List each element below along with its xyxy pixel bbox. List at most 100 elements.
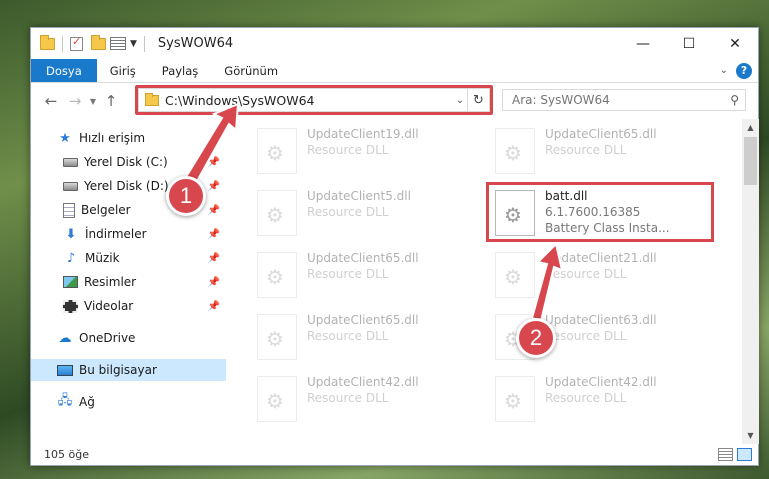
sidebar-item-videos[interactable]: Videolar 📌 — [31, 295, 226, 317]
file-description: Resource DLL — [307, 391, 389, 405]
sidebar-item-label: Videolar — [84, 299, 134, 313]
tab-share[interactable]: Paylaş — [149, 59, 212, 82]
details-view-icon[interactable] — [718, 448, 733, 461]
expand-ribbon-icon[interactable]: ⌄ — [720, 65, 728, 76]
download-icon: ⬇ — [65, 226, 77, 242]
pin-icon[interactable]: 📌 — [208, 181, 220, 192]
search-box[interactable]: ⚲ — [502, 89, 746, 111]
file-item[interactable]: UpdateClient42.dll Resource DLL — [489, 372, 719, 428]
file-item[interactable]: UpdateClient65.dll Resource DLL — [489, 124, 719, 180]
navigation-bar: ← → ▼ ↑ C:\Windows\SysWOW64 ⌄ ↻ ⚲ — [31, 84, 758, 118]
file-name: UpdateClient19.dll — [307, 127, 419, 141]
vertical-scrollbar[interactable]: ▲ ▼ — [742, 119, 759, 444]
file-item[interactable]: UpdateClient42.dll Resource DLL — [251, 372, 481, 428]
cloud-icon: ☁ — [58, 330, 72, 346]
pin-icon[interactable]: 📌 — [208, 157, 220, 168]
address-highlight-box — [135, 85, 493, 115]
sidebar-item-this-pc[interactable]: Bu bilgisayar — [31, 359, 226, 381]
recent-locations-chevron-icon[interactable]: ▼ — [87, 97, 99, 106]
sidebar-item-quick-access[interactable]: ★ Hızlı erişim — [31, 127, 226, 149]
file-item[interactable]: UpdateClient19.dll Resource DLL — [251, 124, 481, 180]
file-description: Resource DLL — [307, 329, 389, 343]
toolbar-divider — [62, 35, 63, 52]
pin-icon[interactable]: 📌 — [208, 253, 220, 264]
file-item[interactable]: UpdateClient65.dll Resource DLL — [251, 248, 481, 304]
dll-file-icon — [257, 314, 297, 360]
file-name: UpdateClient63.dll — [545, 313, 657, 327]
tiles-view-icon[interactable] — [737, 448, 752, 461]
sidebar-item-label: OneDrive — [79, 331, 136, 345]
help-icon[interactable]: ? — [736, 62, 752, 79]
file-name: UpdateClient5.dll — [307, 189, 411, 203]
forward-button[interactable]: → — [63, 89, 87, 113]
properties-icon[interactable] — [70, 35, 83, 51]
dll-file-icon — [257, 190, 297, 236]
tab-file[interactable]: Dosya — [31, 59, 97, 82]
dll-file-icon — [257, 252, 297, 298]
sidebar-item-music[interactable]: ♪ Müzik 📌 — [31, 247, 226, 269]
file-item[interactable]: UpdateClient5.dll Resource DLL — [251, 186, 481, 242]
sidebar-item-label: Belgeler — [81, 203, 131, 217]
file-description: Resource DLL — [307, 267, 389, 281]
ribbon-tabs: Dosya Giriş Paylaş Görünüm ⌄ ? — [31, 59, 758, 83]
sidebar-item-label: Yerel Disk (C:) — [84, 155, 168, 169]
dll-file-icon — [495, 252, 535, 298]
pin-icon[interactable]: 📌 — [208, 277, 220, 288]
sidebar-item-onedrive[interactable]: ☁ OneDrive — [31, 327, 226, 349]
file-highlight-box — [486, 182, 714, 242]
drive-icon — [63, 181, 78, 191]
up-button[interactable]: ↑ — [99, 89, 123, 113]
file-description: Resource DLL — [545, 329, 627, 343]
close-button[interactable]: ✕ — [712, 28, 758, 59]
minimize-button[interactable]: — — [620, 28, 666, 59]
file-name: UpdateClient42.dll — [545, 375, 657, 389]
file-description: Resource DLL — [307, 143, 389, 157]
file-item[interactable]: UpdateClient21.dll Resource DLL — [489, 248, 719, 304]
dll-file-icon — [257, 376, 297, 422]
toolbar-divider — [143, 35, 145, 52]
dll-file-icon — [495, 376, 535, 422]
step-2-callout: 2 — [516, 318, 556, 358]
tab-view[interactable]: Görünüm — [211, 59, 291, 82]
sidebar-item-local-disk-c[interactable]: Yerel Disk (C:) 📌 — [31, 151, 226, 173]
item-count: 105 öğe — [44, 448, 89, 461]
chevron-down-icon[interactable]: ▼ — [130, 39, 137, 49]
sidebar-item-label: İndirmeler — [85, 227, 147, 241]
sidebar-item-pictures[interactable]: Resimler 📌 — [31, 271, 226, 293]
sidebar-item-label: Ağ — [79, 395, 95, 409]
music-icon: ♪ — [66, 250, 76, 266]
file-name: UpdateClient65.dll — [307, 251, 419, 265]
scroll-down-icon[interactable]: ▼ — [742, 427, 759, 444]
folder-icon — [40, 34, 55, 50]
scrollbar-thumb[interactable] — [744, 137, 757, 185]
step-1-callout: 1 — [166, 176, 206, 216]
tab-home[interactable]: Giriş — [97, 59, 149, 82]
status-bar: 105 öğe — [31, 443, 758, 466]
new-folder-icon[interactable] — [91, 34, 106, 50]
file-description: Resource DLL — [545, 267, 627, 281]
file-name: UpdateClient65.dll — [545, 127, 657, 141]
sidebar-item-downloads[interactable]: ⬇ İndirmeler 📌 — [31, 223, 226, 245]
scroll-up-icon[interactable]: ▲ — [742, 119, 759, 136]
search-icon[interactable]: ⚲ — [730, 93, 739, 107]
file-description: Resource DLL — [545, 143, 627, 157]
pin-icon[interactable]: 📌 — [208, 229, 220, 240]
file-item[interactable]: UpdateClient65.dll Resource DLL — [251, 310, 481, 366]
sidebar-item-label: Resimler — [84, 275, 137, 289]
computer-icon — [57, 364, 73, 376]
back-button[interactable]: ← — [39, 89, 63, 113]
sidebar-item-label: Yerel Disk (D:) — [84, 179, 169, 193]
network-icon: 🖧 — [57, 393, 73, 408]
window-title: SysWOW64 — [157, 36, 234, 51]
sidebar-item-network[interactable]: 🖧 Ağ — [31, 391, 226, 413]
pin-icon[interactable]: 📌 — [208, 205, 220, 216]
window-controls: — ☐ ✕ — [620, 28, 758, 59]
file-list: UpdateClient19.dll Resource DLL UpdateCl… — [227, 118, 742, 444]
view-options-icon[interactable] — [110, 37, 126, 50]
maximize-button[interactable]: ☐ — [666, 28, 712, 59]
search-input[interactable] — [512, 93, 712, 107]
dll-file-icon — [257, 128, 297, 174]
pin-icon[interactable]: 📌 — [208, 301, 220, 312]
sidebar-item-label: Müzik — [85, 251, 120, 265]
sidebar-item-label: Hızlı erişim — [79, 131, 146, 145]
